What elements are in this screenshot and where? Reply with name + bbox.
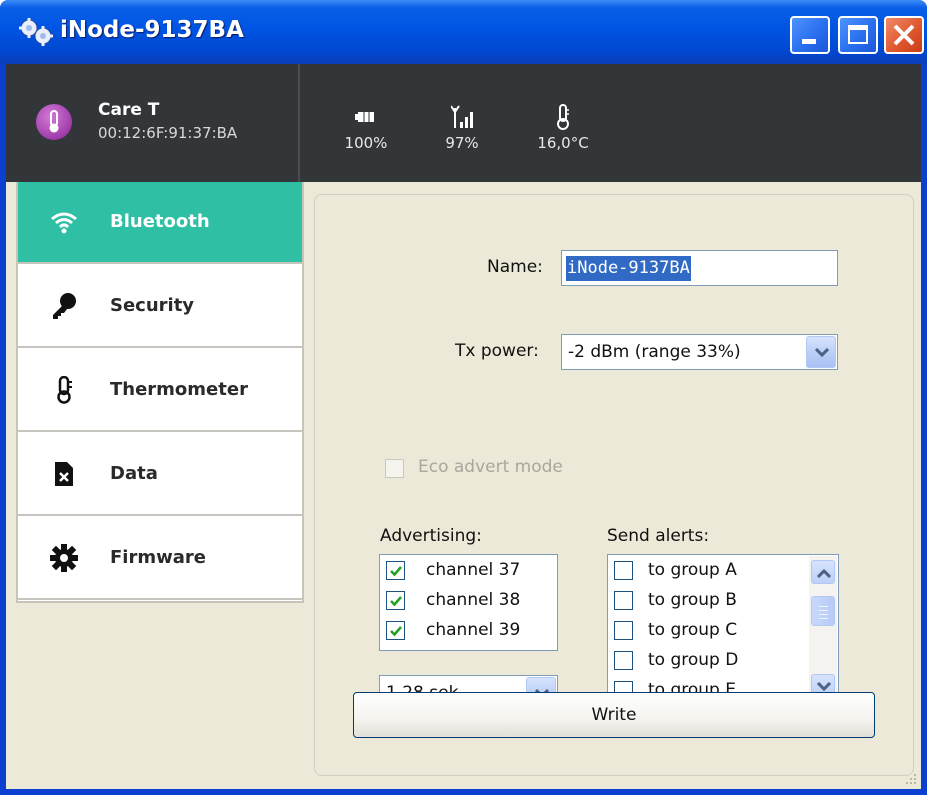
window-title: iNode-9137BA — [60, 17, 244, 43]
sidebar-item-label: Thermometer — [110, 379, 248, 400]
alert-group-label: to group B — [648, 590, 737, 610]
list-item[interactable]: to group A — [612, 557, 782, 585]
sidebar-item-label: Firmware — [110, 547, 206, 568]
channel-label: channel 39 — [426, 620, 521, 640]
channel-38-checkbox[interactable] — [386, 591, 405, 610]
battery-value: 100% — [344, 134, 388, 152]
alert-group-label: to group D — [648, 650, 739, 670]
eco-advert-checkbox[interactable] — [385, 459, 404, 478]
tx-power-select[interactable]: -2 dBm (range 33%) — [561, 334, 838, 370]
device-header: Care T 00:12:6F:91:37:BA 100% 97% 16,0°C — [6, 64, 921, 182]
send-alerts-list: to group A to group B to group C to grou… — [607, 554, 839, 707]
channel-37-checkbox[interactable] — [386, 561, 405, 580]
chevron-down-icon — [815, 348, 829, 358]
alert-group-label: to group A — [648, 560, 737, 580]
header-divider — [298, 64, 300, 182]
group-b-checkbox[interactable] — [614, 591, 633, 610]
checkmark-icon — [390, 596, 402, 607]
bluetooth-settings-panel: Name: iNode-9137BA Tx power: -2 dBm (ran… — [314, 194, 914, 776]
advertising-label: Advertising: — [380, 526, 482, 546]
alert-group-label: to group C — [648, 620, 738, 640]
sidebar: Bluetooth Security Thermometer Data Firm… — [16, 182, 304, 603]
list-item[interactable]: channel 38 — [384, 587, 554, 615]
close-button[interactable] — [884, 16, 924, 54]
avatar — [36, 104, 72, 140]
name-field[interactable]: iNode-9137BA — [561, 250, 838, 286]
group-c-checkbox[interactable] — [614, 621, 633, 640]
list-item[interactable]: to group D — [612, 647, 782, 675]
resize-grip-icon[interactable] — [905, 773, 917, 785]
device-mac: 00:12:6F:91:37:BA — [98, 124, 238, 142]
send-alerts-label: Send alerts: — [607, 526, 710, 546]
tx-power-label: Tx power: — [455, 341, 539, 361]
tx-power-dropdown-button[interactable] — [806, 336, 836, 368]
signal-icon — [451, 105, 473, 128]
scroll-up-button[interactable] — [811, 560, 835, 584]
name-selection: iNode-9137BA — [566, 256, 691, 281]
sidebar-item-label: Security — [110, 295, 195, 316]
channel-label: channel 37 — [426, 560, 521, 580]
temperature-status: 16,0°C — [530, 104, 596, 152]
channel-label: channel 38 — [426, 590, 521, 610]
sidebar-item-thermometer[interactable]: Thermometer — [18, 350, 302, 432]
minimize-icon — [802, 39, 816, 44]
maximize-icon — [848, 25, 868, 44]
checkmark-icon — [390, 566, 402, 577]
title-bar[interactable]: iNode-9137BA — [0, 0, 927, 64]
thermometer-icon — [49, 110, 59, 133]
tx-power-value: -2 dBm (range 33%) — [568, 342, 741, 362]
alerts-scrollbar[interactable] — [809, 556, 837, 705]
sidebar-item-label: Data — [110, 463, 158, 484]
chevron-down-icon — [817, 682, 831, 692]
channel-39-checkbox[interactable] — [386, 621, 405, 640]
signal-value: 97% — [445, 134, 479, 152]
gears-icon — [19, 18, 53, 46]
battery-status: 100% — [342, 104, 390, 152]
chevron-up-icon — [817, 568, 831, 578]
list-item[interactable]: channel 39 — [384, 617, 554, 645]
sidebar-item-label: Bluetooth — [110, 211, 210, 232]
device-name: Care T — [98, 100, 160, 120]
thermometer-icon — [57, 376, 72, 404]
list-item[interactable]: to group B — [612, 587, 782, 615]
sidebar-item-bluetooth[interactable]: Bluetooth — [18, 182, 302, 264]
scroll-thumb[interactable] — [811, 596, 835, 626]
signal-status: 97% — [438, 104, 486, 152]
temperature-value: 16,0°C — [537, 134, 589, 152]
battery-icon — [355, 112, 374, 122]
client-area: Care T 00:12:6F:91:37:BA 100% 97% 16,0°C… — [6, 64, 921, 789]
file-delete-icon — [55, 462, 73, 486]
minimize-button[interactable] — [790, 16, 830, 54]
checkmark-icon — [390, 626, 402, 637]
sidebar-item-firmware[interactable]: Firmware — [18, 518, 302, 600]
gear-icon — [50, 544, 78, 572]
eco-advert-label: Eco advert mode — [418, 457, 563, 477]
list-item[interactable]: channel 37 — [384, 557, 554, 585]
wifi-icon — [51, 212, 77, 234]
sidebar-item-data[interactable]: Data — [18, 434, 302, 516]
maximize-button[interactable] — [838, 16, 878, 54]
group-d-checkbox[interactable] — [614, 651, 633, 670]
close-icon — [893, 24, 915, 46]
sidebar-item-security[interactable]: Security — [18, 266, 302, 348]
list-item[interactable]: to group C — [612, 617, 782, 645]
key-icon — [53, 293, 76, 319]
advertising-channel-list: channel 37 channel 38 channel 39 — [379, 554, 558, 651]
write-button[interactable]: Write — [353, 692, 875, 738]
name-label: Name: — [487, 257, 543, 277]
app-window: iNode-9137BA Care T 00:12:6F:91:37:BA 10… — [0, 0, 927, 795]
group-a-checkbox[interactable] — [614, 561, 633, 580]
thermometer-icon — [557, 104, 569, 130]
